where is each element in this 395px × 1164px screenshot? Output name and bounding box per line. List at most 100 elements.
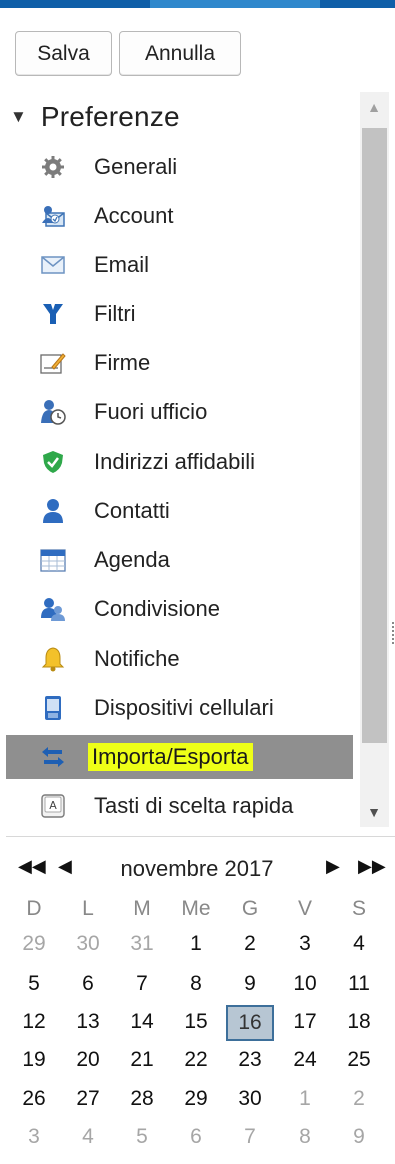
calendar-day[interactable]: 1 [285, 1087, 325, 1111]
calendar-day[interactable]: 19 [14, 1048, 54, 1072]
import-export-icon [40, 744, 66, 770]
weekday-header: L [82, 897, 94, 920]
calendar-day[interactable]: 21 [122, 1048, 162, 1072]
calendar-day[interactable]: 17 [285, 1010, 325, 1034]
calendar-day[interactable]: 14 [122, 1010, 162, 1034]
tree-item-account[interactable]: Account [6, 194, 353, 238]
account-icon [40, 203, 66, 229]
collapse-triangle-icon[interactable]: ▼ [10, 107, 27, 127]
panel-divider [6, 836, 395, 837]
calendar-day[interactable]: 25 [339, 1048, 379, 1072]
scroll-down-arrow-icon[interactable]: ▼ [364, 804, 384, 824]
prev-year-icon[interactable]: ◀◀ [18, 856, 46, 886]
panel-resize-handle[interactable] [391, 620, 395, 648]
calendar-day[interactable]: 6 [176, 1125, 216, 1149]
header-segment [0, 0, 150, 8]
calendar-day[interactable]: 13 [68, 1010, 108, 1034]
tree-item-firme[interactable]: Firme [6, 341, 353, 385]
tree-item-label: Importa/Esporta [88, 743, 253, 771]
preferences-root-label: Preferenze [40, 101, 180, 132]
calendar-day[interactable]: 18 [339, 1010, 379, 1034]
calendar-day[interactable]: 5 [122, 1125, 162, 1149]
calendar-month-label: novembre 2017 [120, 856, 274, 881]
tree-item-dispositivi-cellulari[interactable]: Dispositivi cellulari [6, 686, 353, 730]
tree-item-indirizzi-affidabili[interactable]: Indirizzi affidabili [6, 440, 353, 484]
tree-item-label: Indirizzi affidabili [94, 449, 256, 474]
weekday-header: V [297, 897, 312, 920]
calendar-day[interactable]: 24 [285, 1048, 325, 1072]
tree-item-tasti-di-scelta-rapida[interactable]: A Tasti di scelta rapida [6, 784, 353, 828]
calendar-day[interactable]: 31 [122, 932, 162, 956]
calendar-day[interactable]: 30 [68, 932, 108, 956]
calendar-day[interactable]: 29 [14, 932, 54, 956]
calendar-day-today[interactable]: 16 [226, 1005, 274, 1041]
header-segment [320, 0, 395, 8]
envelope-icon [40, 252, 66, 278]
calendar-day[interactable]: 10 [285, 972, 325, 996]
filter-icon [40, 301, 66, 327]
calendar-day[interactable]: 8 [176, 972, 216, 996]
calendar-day[interactable]: 27 [68, 1087, 108, 1111]
preferences-tree-header[interactable]: ▼ Preferenze [6, 92, 180, 142]
tree-item-fuori-ufficio[interactable]: Fuori ufficio [6, 390, 353, 434]
svg-text:A: A [49, 799, 57, 812]
weekday-header: S [351, 897, 366, 920]
tree-item-contatti[interactable]: Contatti [6, 489, 353, 533]
calendar-day[interactable]: 12 [14, 1010, 54, 1034]
scrollbar-thumb[interactable] [362, 128, 387, 743]
tree-item-importa-esporta[interactable]: Importa/Esporta [6, 735, 353, 779]
tree-item-label: Account [94, 203, 174, 228]
calendar-day[interactable]: 20 [68, 1048, 108, 1072]
calendar-day[interactable]: 22 [176, 1048, 216, 1072]
tree-item-condivisione[interactable]: Condivisione [6, 587, 353, 631]
sharing-icon [40, 596, 66, 622]
tree-item-email[interactable]: Email [6, 243, 353, 287]
tree-item-label: Tasti di scelta rapida [94, 793, 294, 818]
tree-item-label: Email [94, 252, 150, 277]
calendar-day[interactable]: 8 [285, 1125, 325, 1149]
calendar-day[interactable]: 2 [339, 1087, 379, 1111]
calendar-day[interactable]: 5 [14, 972, 54, 996]
tree-item-label: Agenda [94, 547, 170, 572]
app-header-strip [0, 0, 395, 8]
tree-item-label: Fuori ufficio [94, 399, 208, 424]
shield-check-icon [40, 449, 66, 475]
calendar-day[interactable]: 3 [285, 932, 325, 956]
calendar-day[interactable]: 1 [176, 932, 216, 956]
tree-item-notifiche[interactable]: Notifiche [6, 637, 353, 681]
weekday-header: D [26, 897, 42, 920]
tree-item-label: Contatti [94, 498, 170, 523]
next-year-icon[interactable]: ▶▶ [358, 856, 386, 886]
calendar-day[interactable]: 7 [230, 1125, 270, 1149]
tree-item-filtri[interactable]: Filtri [6, 292, 353, 336]
tree-item-label: Filtri [94, 301, 136, 326]
calendar-day[interactable]: 9 [339, 1125, 379, 1149]
calendar-day[interactable]: 7 [122, 972, 162, 996]
tree-item-label: Generali [94, 154, 178, 179]
mobile-device-icon [40, 695, 66, 721]
calendar-day[interactable]: 3 [14, 1125, 54, 1149]
calendar-day[interactable]: 23 [230, 1048, 270, 1072]
calendar-day[interactable]: 30 [230, 1087, 270, 1111]
calendar-day[interactable]: 4 [339, 932, 379, 956]
calendar-day[interactable]: 29 [176, 1087, 216, 1111]
calendar-day[interactable]: 26 [14, 1087, 54, 1111]
calendar-day[interactable]: 4 [68, 1125, 108, 1149]
tree-item-generali[interactable]: Generali [6, 145, 353, 189]
keyboard-key-icon: A [40, 793, 66, 819]
next-month-icon[interactable]: ▶ [326, 856, 340, 886]
calendar-day[interactable]: 2 [230, 932, 270, 956]
prev-month-icon[interactable]: ◀ [58, 856, 72, 886]
calendar-day[interactable]: 15 [176, 1010, 216, 1034]
tree-item-agenda[interactable]: Agenda [6, 538, 353, 582]
tree-item-label: Condivisione [94, 596, 220, 621]
calendar-day[interactable]: 28 [122, 1087, 162, 1111]
calendar-day[interactable]: 11 [339, 972, 379, 996]
scroll-up-arrow-icon[interactable]: ▲ [364, 99, 384, 119]
header-segment [150, 0, 320, 8]
cancel-button[interactable]: Annulla [119, 31, 241, 76]
gear-icon [40, 154, 66, 180]
save-button[interactable]: Salva [15, 31, 112, 76]
calendar-day[interactable]: 6 [68, 972, 108, 996]
calendar-day[interactable]: 9 [230, 972, 270, 996]
